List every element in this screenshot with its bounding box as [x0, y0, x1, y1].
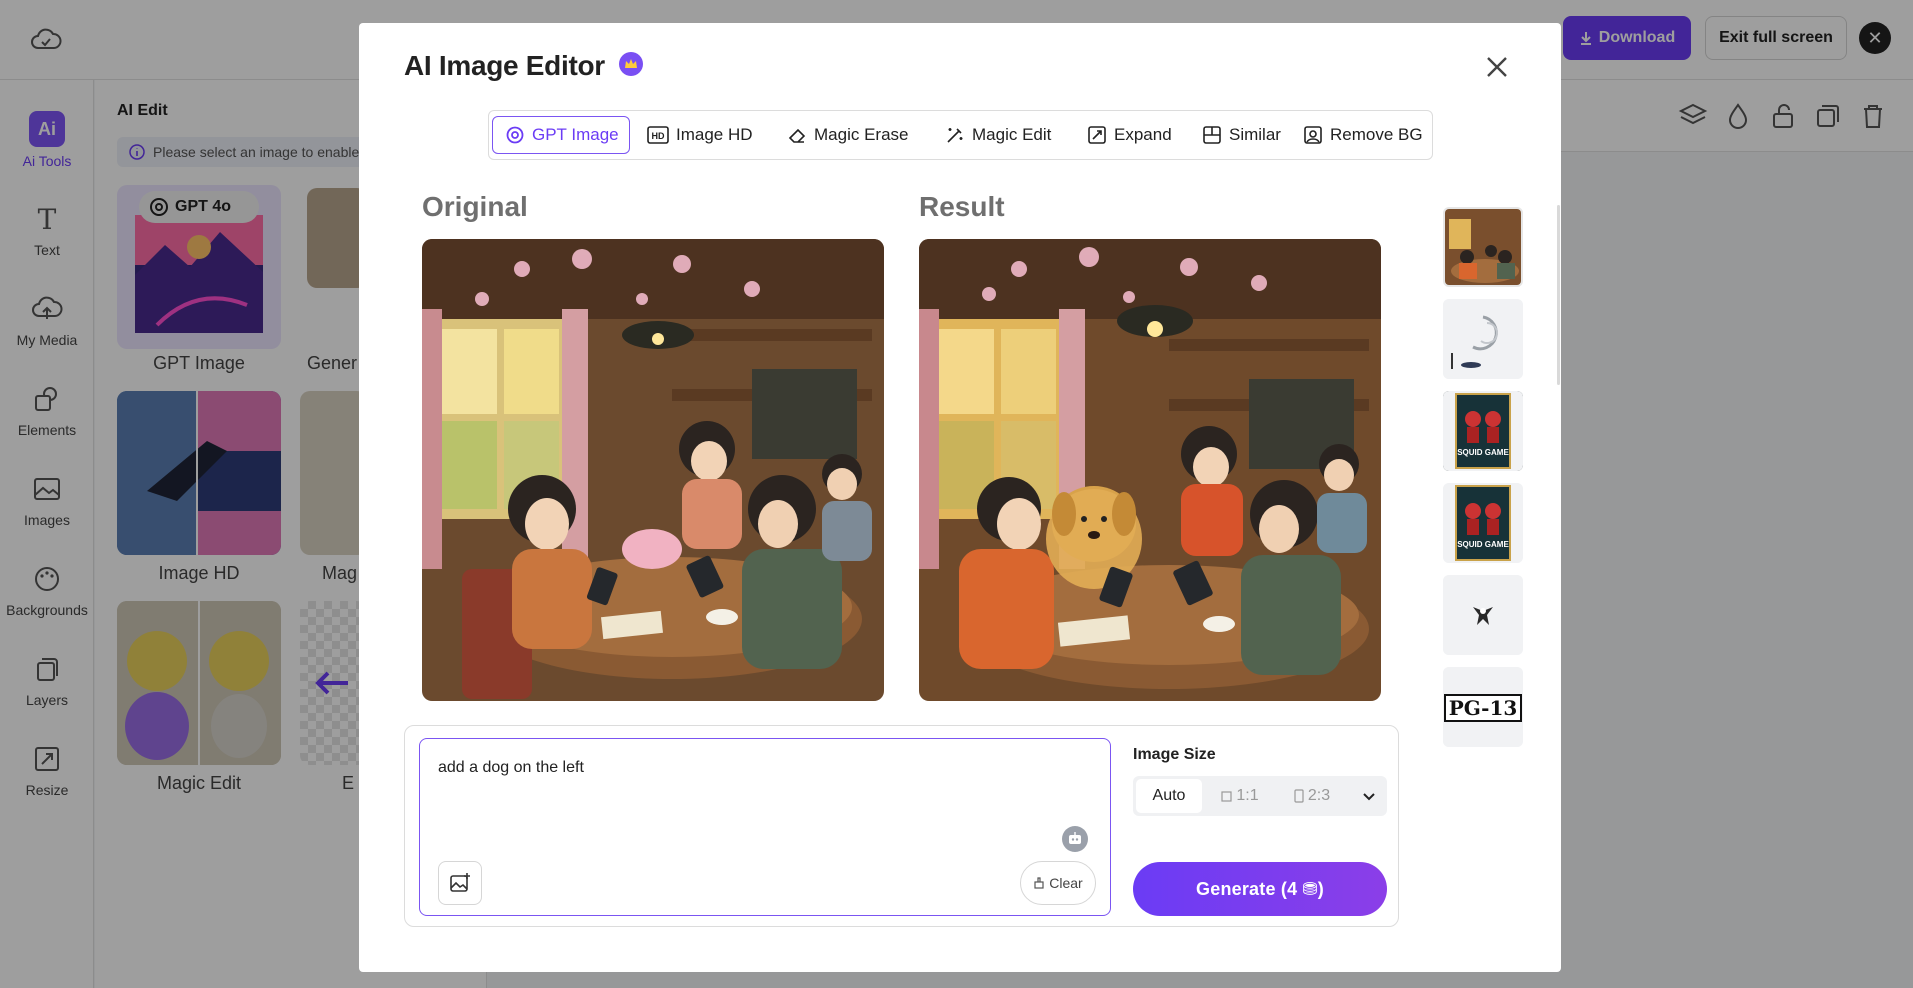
remove-bg-icon — [1304, 126, 1322, 144]
clear-button[interactable]: Clear — [1020, 861, 1096, 905]
tab-remove-bg[interactable]: Remove BG — [1291, 116, 1435, 154]
crown-icon — [619, 52, 643, 76]
thumbnail-item[interactable] — [1443, 299, 1523, 379]
size-label: 2:3 — [1307, 787, 1331, 804]
expand-icon — [1088, 126, 1106, 144]
prompt-input[interactable]: add a dog on the left Clear — [419, 738, 1111, 916]
thumbnail-item[interactable]: SQUID GAME — [1443, 391, 1523, 471]
thumbnails-scrollbar[interactable] — [1557, 205, 1560, 385]
image-size-label: Image Size — [1133, 746, 1216, 763]
thumbnail-item[interactable]: SQUID GAME — [1443, 483, 1523, 563]
hd-icon: HD — [647, 126, 669, 144]
original-title: Original — [422, 191, 528, 222]
broom-icon — [1034, 877, 1044, 889]
tab-label: Remove BG — [1330, 125, 1423, 144]
close-icon[interactable] — [1479, 49, 1515, 85]
tab-image-hd[interactable]: HD Image HD — [635, 116, 765, 154]
size-option-auto[interactable]: Auto — [1136, 779, 1202, 813]
generate-button[interactable]: Generate (4 ⛃) — [1133, 862, 1387, 916]
result-image — [919, 239, 1381, 701]
tab-magic-edit[interactable]: Magic Edit — [933, 116, 1063, 154]
original-image — [422, 239, 884, 701]
svg-text:HD: HD — [652, 131, 665, 141]
tab-label: Magic Edit — [972, 125, 1052, 144]
size-label: 1:1 — [1236, 787, 1259, 804]
chevron-down-icon[interactable] — [1359, 786, 1379, 806]
thumbnail-item[interactable] — [1443, 207, 1523, 287]
result-title: Result — [919, 191, 1005, 222]
tab-label: Image HD — [676, 125, 753, 144]
size-option-1-1[interactable]: 1:1 — [1207, 779, 1273, 813]
tab-expand[interactable]: Expand — [1075, 116, 1184, 154]
tab-label: Similar — [1229, 125, 1281, 144]
eraser-icon — [788, 128, 806, 143]
prompt-panel: add a dog on the left Clear Image Size A… — [404, 725, 1399, 927]
tab-label: GPT Image — [532, 125, 619, 144]
squid-game-text: SQUID GAME — [1457, 540, 1509, 549]
add-image-button[interactable] — [438, 861, 482, 905]
tab-similar[interactable]: Similar — [1190, 116, 1293, 154]
pg-13-text: PG-13 — [1449, 696, 1518, 720]
tab-label: Magic Erase — [814, 125, 909, 144]
thumbnail-item[interactable] — [1443, 575, 1523, 655]
tab-label: Expand — [1114, 125, 1172, 144]
image-size-selector: Auto 1:1 2:3 — [1133, 776, 1387, 816]
robot-icon[interactable] — [1062, 826, 1088, 852]
ai-image-editor-modal: AI Image Editor GPT Image HD Image HD Ma… — [359, 23, 1561, 972]
prompt-text[interactable]: add a dog on the left — [438, 759, 584, 777]
clear-label: Clear — [1049, 875, 1083, 891]
magic-wand-icon — [947, 128, 963, 143]
openai-icon — [506, 126, 524, 144]
editor-tabs: GPT Image HD Image HD Magic Erase Magic … — [488, 110, 1433, 160]
similar-icon — [1203, 126, 1221, 144]
portrait-icon — [1294, 789, 1304, 803]
tab-gpt-image[interactable]: GPT Image — [492, 116, 630, 154]
squid-game-text: SQUID GAME — [1457, 448, 1509, 457]
square-icon — [1221, 790, 1232, 802]
tab-magic-erase[interactable]: Magic Erase — [775, 116, 920, 154]
add-image-icon — [450, 873, 470, 892]
size-option-2-3[interactable]: 2:3 — [1279, 779, 1345, 813]
modal-title: AI Image Editor — [404, 50, 605, 81]
thumbnail-item[interactable]: PG-13 — [1443, 667, 1523, 747]
